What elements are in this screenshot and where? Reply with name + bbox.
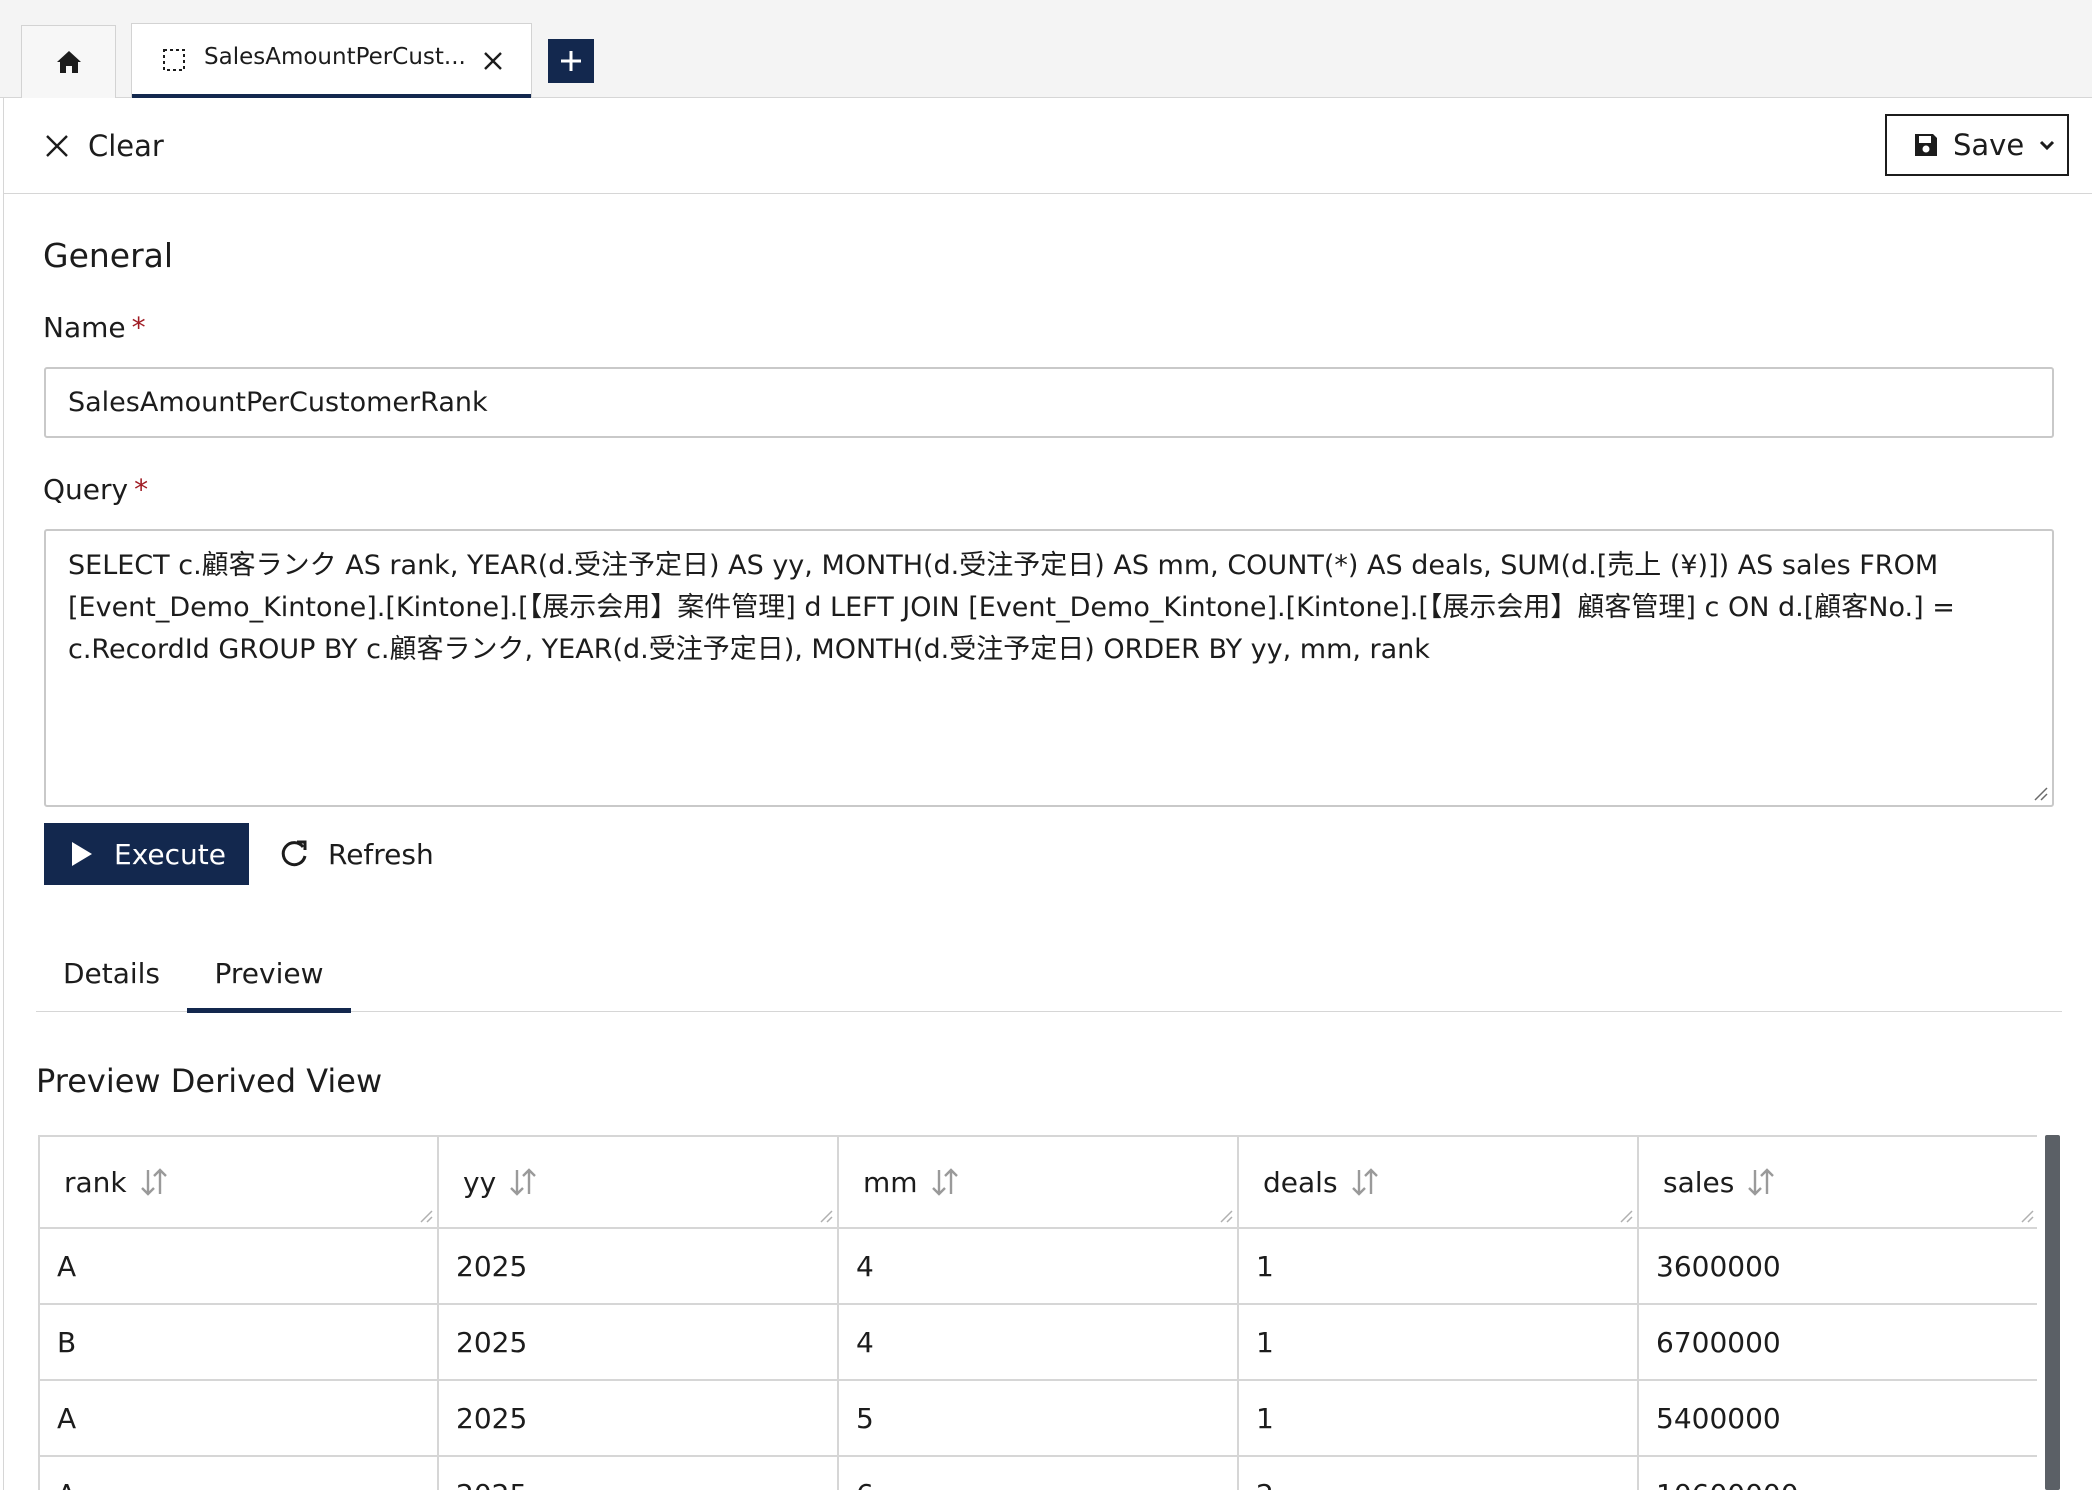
column-header-label: deals	[1263, 1165, 1338, 1199]
home-icon	[56, 51, 81, 73]
tab-strip: SalesAmountPerCust...	[0, 0, 2092, 98]
table-cell: 6700000	[1638, 1304, 2037, 1381]
table-cell: 5400000	[1638, 1380, 2037, 1457]
result-tabs: Details Preview	[36, 935, 2062, 1013]
name-input[interactable]	[44, 367, 2054, 438]
tab-details[interactable]: Details	[36, 935, 187, 1012]
table-cell: 10600000	[1638, 1456, 2037, 1490]
table-scrollbar[interactable]	[2045, 1135, 2060, 1490]
refresh-label: Refresh	[328, 837, 434, 871]
column-resize-icon[interactable]	[1219, 1209, 1233, 1223]
plus-icon	[561, 51, 581, 71]
table-row: B 2025 4 1 6700000	[40, 1304, 2037, 1381]
column-header-mm[interactable]: mm	[838, 1137, 1239, 1229]
query-label-text: Query	[43, 473, 129, 506]
save-icon	[1915, 134, 1937, 156]
table-cell: 2	[1238, 1456, 1639, 1490]
required-mark: *	[131, 311, 146, 344]
clear-button[interactable]: Clear	[44, 122, 164, 170]
table-cell: 2025	[438, 1456, 839, 1490]
name-label-text: Name	[43, 311, 126, 344]
query-label: Query *	[43, 473, 148, 506]
play-icon	[72, 842, 92, 866]
column-header-label: yy	[463, 1165, 497, 1199]
close-icon	[46, 135, 68, 157]
execute-label: Execute	[114, 837, 226, 871]
sort-icon[interactable]	[1746, 1166, 1776, 1198]
table-row: A 2025 5 1 5400000	[40, 1380, 2037, 1457]
column-header-label: rank	[64, 1165, 127, 1199]
column-resize-icon[interactable]	[819, 1209, 833, 1223]
table-cell: B	[40, 1304, 439, 1381]
preview-title: Preview Derived View	[36, 1062, 383, 1100]
tab-derived-view[interactable]: SalesAmountPerCust...	[131, 23, 532, 98]
resize-handle-icon[interactable]	[2032, 785, 2048, 801]
section-title-general: General	[43, 236, 174, 275]
table-row: A 2025 6 2 10600000	[40, 1456, 2037, 1490]
sort-icon[interactable]	[139, 1166, 169, 1198]
refresh-button[interactable]: Refresh	[278, 823, 434, 885]
column-resize-icon[interactable]	[2020, 1209, 2034, 1223]
execute-button[interactable]: Execute	[44, 823, 249, 885]
column-header-sales[interactable]: sales	[1638, 1137, 2037, 1229]
column-header-label: sales	[1663, 1165, 1735, 1199]
refresh-icon	[281, 840, 307, 867]
derived-view-editor: SalesAmountPerCust... Clear Save General…	[0, 0, 2092, 1490]
chevron-down-icon	[2040, 140, 2055, 151]
table-cell: A	[40, 1380, 439, 1457]
toolbar: Clear Save	[4, 98, 2092, 194]
column-header-deals[interactable]: deals	[1238, 1137, 1639, 1229]
required-mark: *	[134, 473, 149, 506]
table-cell: A	[40, 1456, 439, 1490]
query-text: SELECT c.顧客ランク AS rank, YEAR(d.受注予定日) AS…	[68, 550, 1955, 665]
table-cell: 4	[838, 1304, 1239, 1381]
table-cell: 3600000	[1638, 1228, 2037, 1305]
table-cell: 5	[838, 1380, 1239, 1457]
table-cell: 1	[1238, 1304, 1639, 1381]
new-tab-button[interactable]	[548, 39, 594, 83]
derived-view-icon	[163, 49, 185, 71]
save-label: Save	[1953, 128, 2025, 162]
preview-table: rank yy mm deals sales A 2025 4 1 360000…	[38, 1135, 2037, 1490]
sort-icon[interactable]	[508, 1166, 538, 1198]
table-header-row: rank yy mm deals sales	[40, 1137, 2037, 1229]
table-cell: 1	[1238, 1380, 1639, 1457]
table-cell: 6	[838, 1456, 1239, 1490]
table-cell: 2025	[438, 1228, 839, 1305]
sort-icon[interactable]	[1350, 1166, 1380, 1198]
table-cell: 1	[1238, 1228, 1639, 1305]
close-icon[interactable]	[478, 46, 508, 76]
query-editor[interactable]: SELECT c.顧客ランク AS rank, YEAR(d.受注予定日) AS…	[44, 529, 2054, 807]
column-resize-icon[interactable]	[1619, 1209, 1633, 1223]
clear-label: Clear	[88, 129, 164, 163]
panel-border	[3, 98, 4, 1490]
column-header-yy[interactable]: yy	[438, 1137, 839, 1229]
tab-preview[interactable]: Preview	[187, 935, 351, 1013]
table-cell: A	[40, 1228, 439, 1305]
table-cell: 2025	[438, 1304, 839, 1381]
home-tab[interactable]	[21, 25, 116, 98]
table-cell: 2025	[438, 1380, 839, 1457]
column-header-label: mm	[863, 1165, 918, 1199]
name-label: Name *	[43, 311, 146, 344]
sort-icon[interactable]	[930, 1166, 960, 1198]
column-resize-icon[interactable]	[419, 1209, 433, 1223]
save-button[interactable]: Save	[1885, 114, 2069, 176]
tab-label: SalesAmountPerCust...	[204, 44, 466, 70]
table-cell: 4	[838, 1228, 1239, 1305]
column-header-rank[interactable]: rank	[40, 1137, 439, 1229]
table-row: A 2025 4 1 3600000	[40, 1228, 2037, 1305]
